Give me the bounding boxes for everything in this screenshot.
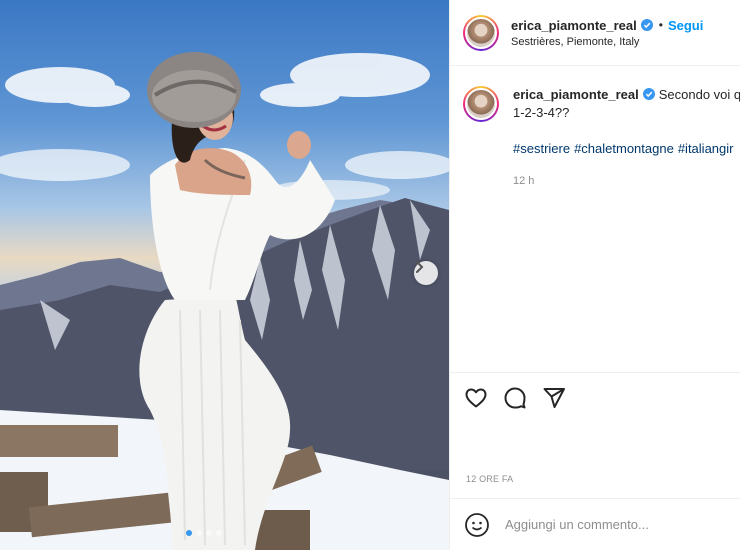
caption-username-link[interactable]: erica_piamonte_real [513,87,639,102]
chevron-right-icon [416,261,424,273]
avatar[interactable] [463,86,499,122]
carousel-next-button[interactable] [414,261,438,285]
carousel-dot [216,530,222,536]
caption-timestamp[interactable]: 12 h [513,172,740,190]
comment-icon[interactable] [503,386,527,410]
hashtag-link[interactable]: #sestriere [513,141,570,156]
hashtags: #sestriere #chaletmontagne #italiangir [513,140,740,158]
avatar[interactable] [463,14,499,51]
hashtag-link[interactable]: #chaletmontagne [574,141,674,156]
post-side-panel: erica_piamonte_real • Segui Sestrières, … [449,0,740,550]
comments-section: erica_piamonte_real Secondo voi qu 1-2-3-… [450,66,740,372]
post-header: erica_piamonte_real • Segui Sestrières, … [450,0,740,66]
caption: erica_piamonte_real Secondo voi qu 1-2-3-… [463,86,740,190]
instagram-post: erica_piamonte_real • Segui Sestrières, … [0,0,740,550]
caption-text: Secondo voi qu [658,87,740,102]
likes-area [450,422,740,474]
hashtag-link[interactable]: #italiangir [678,141,734,156]
carousel-dot [206,530,212,536]
caption-text-line2: 1-2-3-4?? [513,105,570,120]
post-photo[interactable] [0,0,449,550]
separator: • [658,18,663,32]
share-icon[interactable] [542,386,566,410]
carousel-indicator [186,530,222,536]
verified-badge-icon [640,19,653,31]
heart-icon[interactable] [464,386,488,410]
follow-button[interactable]: Segui [668,18,703,33]
verified-badge-icon [642,88,655,100]
post-age[interactable]: 12 ORE FA [450,474,740,498]
location-link[interactable]: Sestrières, Piemonte, Italy [511,36,703,48]
emoji-icon[interactable] [464,512,490,538]
carousel-dot [196,530,202,536]
add-comment-bar [450,498,740,550]
username-link[interactable]: erica_piamonte_real [511,18,637,33]
comment-input[interactable] [505,517,725,532]
action-bar [450,372,740,422]
carousel-dot-active [186,530,192,536]
photo-scene [0,52,449,550]
